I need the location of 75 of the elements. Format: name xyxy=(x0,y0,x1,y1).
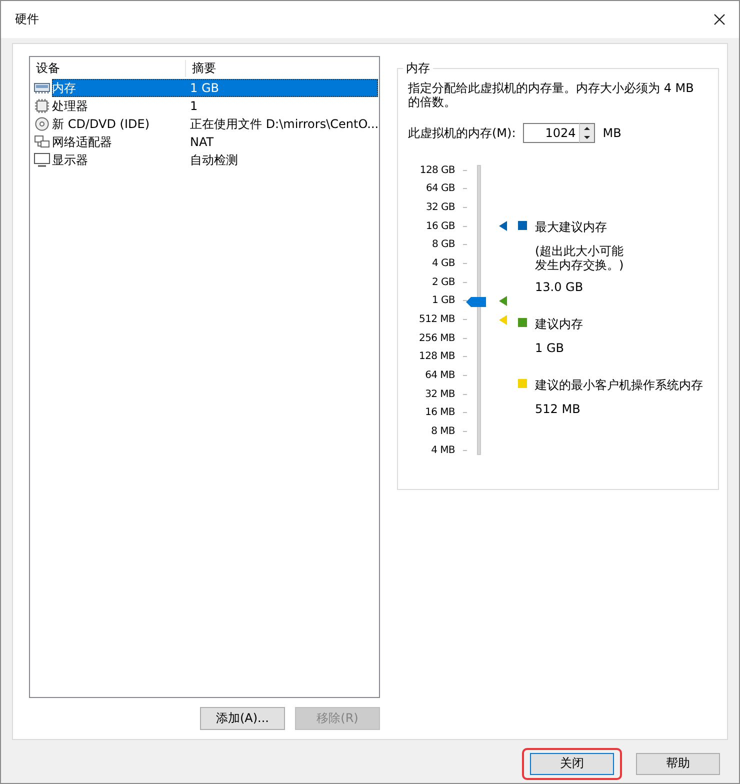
network-icon xyxy=(34,135,50,149)
legend-value: 512 MB xyxy=(535,402,580,416)
marker-arrow-icon xyxy=(499,296,507,306)
tick-mark xyxy=(463,450,467,451)
description-text: 指定分配给此虚拟机的内存量。内存大小必须为 4 MB 的倍数。 xyxy=(408,81,695,109)
scale-label: 64 GB xyxy=(424,183,455,194)
tick-mark xyxy=(463,263,467,264)
scale-label: 128 MB xyxy=(418,351,455,362)
summary-cell-text: 1 GB xyxy=(190,81,220,95)
tick-mark xyxy=(463,338,467,339)
device-row[interactable]: 显示器 自动检测 xyxy=(52,151,378,169)
memory-chip-icon xyxy=(34,81,50,95)
scale-label: 8 GB xyxy=(431,239,455,250)
tick-mark xyxy=(463,226,467,227)
scale-label: 32 MB xyxy=(424,388,455,400)
close-button[interactable]: 关闭 xyxy=(530,752,614,774)
device-row[interactable]: 内存 1 GB xyxy=(52,79,378,97)
device-row[interactable]: 处理器 1 xyxy=(52,97,378,115)
close-icon[interactable] xyxy=(714,14,725,25)
legend-label: 建议的最小客户机操作系统内存 xyxy=(535,377,703,394)
legend-label: 建议内存 xyxy=(535,316,583,333)
marker-arrow-icon xyxy=(499,314,507,325)
summary-cell-text: NAT xyxy=(190,135,215,149)
field-label: 此虚拟机的内存(M): xyxy=(408,124,516,142)
tick-mark xyxy=(463,394,467,395)
scale-label: 16 GB xyxy=(424,220,455,232)
scale-label: 128 GB xyxy=(418,164,455,176)
tick-mark xyxy=(463,188,467,190)
unit-label: MB xyxy=(602,126,622,140)
tick-mark xyxy=(463,431,467,432)
scale-label: 1 GB xyxy=(431,295,455,306)
device-cell-text: 处理器 xyxy=(52,98,89,114)
device-row[interactable]: 网络适配器 NAT xyxy=(52,133,378,151)
tick-mark xyxy=(463,375,467,376)
device-cell-text: 网络适配器 xyxy=(52,134,113,150)
scale-label: 4 GB xyxy=(431,258,455,270)
summary-cell: 正在使用文件 D:\mirrors\CentO... xyxy=(190,116,379,132)
legend-value: 1 GB xyxy=(535,341,564,355)
scale-label: 2 GB xyxy=(431,276,455,288)
scale-label: 32 GB xyxy=(424,202,455,214)
tick-mark xyxy=(463,412,467,414)
legend-value: 13.0 GB xyxy=(535,280,584,294)
memory-field[interactable]: 1024 xyxy=(522,123,579,143)
device-cell-text: 新 CD/DVD (IDE) xyxy=(52,116,150,132)
processor-chip-icon xyxy=(34,99,50,113)
help-button[interactable]: 帮助 xyxy=(636,752,720,774)
add-button[interactable]: 添加(A)... xyxy=(200,707,285,730)
tick-mark xyxy=(463,170,467,171)
group-title: 内存 xyxy=(405,60,431,77)
scale-label: 256 MB xyxy=(418,332,455,344)
legend-label: 最大建议内存 xyxy=(535,219,607,236)
column-header[interactable]: 设备 xyxy=(30,60,186,77)
marker-arrow-icon xyxy=(499,221,507,232)
window-title: 硬件 xyxy=(15,11,39,28)
scale-label: 4 MB xyxy=(430,444,455,456)
device-row[interactable]: 新 CD/DVD (IDE) 正在使用文件 D:\mirrors\CentO... xyxy=(52,115,379,133)
scale-label: 512 MB xyxy=(418,314,455,326)
tick-mark xyxy=(463,356,467,358)
tick-mark xyxy=(463,244,467,246)
summary-cell-text: 1 xyxy=(190,99,199,113)
scale-label: 8 MB xyxy=(430,426,455,438)
tick-mark xyxy=(463,300,467,302)
column-header[interactable]: 摘要 xyxy=(186,60,379,77)
tick-mark xyxy=(463,207,467,208)
tick-mark xyxy=(463,282,467,283)
monitor-icon xyxy=(34,153,50,167)
summary-cell-text: 自动检测 xyxy=(190,152,239,168)
device-cell-text: 内存 xyxy=(52,80,77,96)
tick-mark xyxy=(463,319,467,320)
slider-thumb[interactable] xyxy=(466,297,486,308)
legend-note: (超出此大小可能发生内存交换。) xyxy=(535,244,625,272)
disc-icon xyxy=(34,117,50,131)
device-cell-text: 显示器 xyxy=(52,152,89,168)
scale-label: 16 MB xyxy=(424,407,455,418)
scale-label: 64 MB xyxy=(424,370,455,382)
